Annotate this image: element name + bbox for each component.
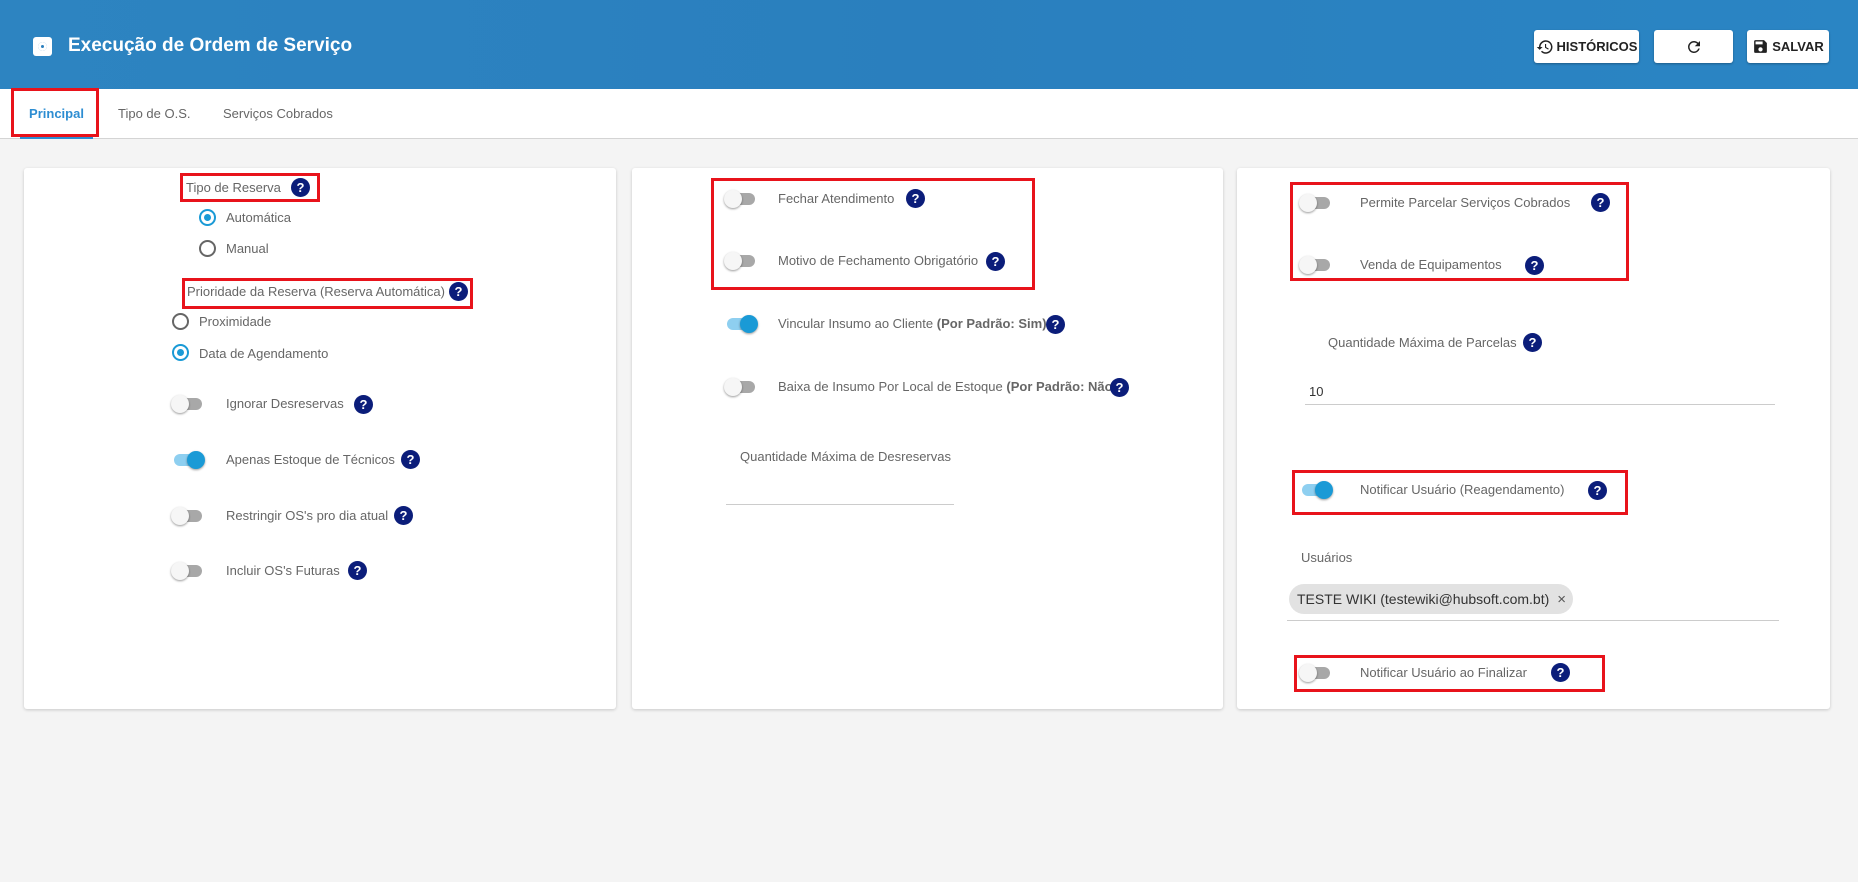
qtd-max-parcelas-label: Quantidade Máxima de Parcelas — [1328, 335, 1517, 350]
notificar-finalizar-label: Notificar Usuário ao Finalizar — [1360, 665, 1527, 680]
toggle-notificar-finalizar[interactable] — [1299, 663, 1333, 683]
history-icon — [1536, 39, 1553, 54]
help-icon[interactable]: ? — [1591, 193, 1610, 212]
card-atendimento — [632, 168, 1223, 709]
restringir-os-label: Restringir OS's pro dia atual — [226, 508, 389, 523]
qtd-max-desreservas-label: Quantidade Máxima de Desreservas — [740, 449, 951, 464]
help-icon[interactable]: ? — [1110, 378, 1129, 397]
tab-bar: Principal Tipo de O.S. Serviços Cobrados — [0, 89, 1858, 139]
radio-automatica[interactable] — [199, 209, 216, 226]
apenas-estoque-tecnicos-label: Apenas Estoque de Técnicos — [226, 452, 395, 467]
vincular-insumo-label: Vincular Insumo ao Cliente (Por Padrão: … — [778, 316, 1047, 331]
tab-tipo-os[interactable]: Tipo de O.S. — [118, 89, 191, 139]
gear-icon — [33, 37, 52, 56]
help-icon[interactable]: ? — [348, 561, 367, 580]
help-icon[interactable]: ? — [1588, 481, 1607, 500]
incluir-os-futuras-label: Incluir OS's Futuras — [226, 563, 340, 578]
radio-manual[interactable] — [199, 240, 216, 257]
help-icon[interactable]: ? — [401, 450, 420, 469]
save-icon — [1754, 40, 1768, 53]
help-icon[interactable]: ? — [906, 189, 925, 208]
baixa-insumo-label: Baixa de Insumo Por Local de Estoque (Po… — [778, 379, 1117, 394]
qtd-max-desreservas-input[interactable] — [726, 475, 954, 499]
qtd-max-desreservas-underline — [726, 504, 954, 505]
baixa-insumo-default: (Por Padrão: Não) — [1006, 379, 1117, 394]
salvar-button[interactable]: SALVAR — [1747, 30, 1829, 63]
radio-manual-label: Manual — [226, 241, 269, 256]
help-icon[interactable]: ? — [1046, 315, 1065, 334]
vincular-insumo-text: Vincular Insumo ao Cliente — [778, 316, 934, 331]
usuario-chip: TESTE WIKI (testewiki@hubsoft.com.bt) × — [1289, 584, 1573, 614]
help-icon[interactable]: ? — [354, 395, 373, 414]
radio-data-agendamento[interactable] — [172, 344, 189, 361]
toggle-venda-equipamentos[interactable] — [1299, 255, 1333, 275]
tab-tipo-os-label: Tipo de O.S. — [118, 106, 191, 121]
card-servicos — [1237, 168, 1830, 709]
usuarios-label: Usuários — [1301, 550, 1353, 565]
historicos-label: HISTÓRICOS — [1556, 39, 1638, 54]
tab-servicos-cobrados-label: Serviços Cobrados — [223, 106, 333, 121]
ignorar-desreservas-label: Ignorar Desreservas — [226, 396, 344, 411]
usuario-chip-label: TESTE WIKI (testewiki@hubsoft.com.bt) — [1297, 591, 1550, 607]
close-icon[interactable]: × — [1557, 591, 1566, 608]
notificar-reagendamento-label: Notificar Usuário (Reagendamento) — [1360, 482, 1565, 497]
tipo-reserva-label: Tipo de Reserva — [186, 180, 281, 195]
prioridade-label: Prioridade da Reserva (Reserva Automátic… — [187, 284, 445, 299]
toggle-apenas-estoque-tecnicos[interactable] — [171, 450, 205, 470]
qtd-max-parcelas-input[interactable]: 10 — [1309, 384, 1323, 399]
help-icon[interactable]: ? — [1525, 256, 1544, 275]
page-title: Execução de Ordem de Serviço — [68, 35, 353, 56]
toggle-notificar-reagendamento[interactable] — [1299, 480, 1333, 500]
tab-principal[interactable]: Principal — [20, 89, 93, 139]
usuarios-underline — [1287, 620, 1779, 621]
toggle-incluir-os-futuras[interactable] — [171, 561, 205, 581]
qtd-max-parcelas-underline — [1305, 404, 1775, 405]
toggle-vincular-insumo[interactable] — [724, 314, 758, 334]
tab-principal-label: Principal — [29, 106, 84, 121]
baixa-insumo-text: Baixa de Insumo Por Local de Estoque — [778, 379, 1003, 394]
historicos-button[interactable]: HISTÓRICOS — [1534, 30, 1639, 63]
radio-automatica-label: Automática — [226, 210, 292, 225]
help-icon[interactable]: ? — [1523, 333, 1542, 352]
motivo-fechamento-label: Motivo de Fechamento Obrigatório — [778, 253, 979, 268]
help-icon[interactable]: ? — [449, 282, 468, 301]
toggle-baixa-insumo[interactable] — [724, 377, 758, 397]
help-icon[interactable]: ? — [1551, 663, 1570, 682]
help-icon[interactable]: ? — [394, 506, 413, 525]
toggle-motivo-fechamento[interactable] — [724, 251, 758, 271]
tab-servicos-cobrados[interactable]: Serviços Cobrados — [223, 89, 333, 139]
refresh-icon — [1687, 40, 1700, 53]
card-reserva — [24, 168, 616, 709]
permite-parcelar-label: Permite Parcelar Serviços Cobrados — [1360, 195, 1571, 210]
app-header: Execução de Ordem de Serviço HISTÓRICOS … — [0, 0, 1858, 89]
venda-equipamentos-label: Venda de Equipamentos — [1360, 257, 1502, 272]
help-icon[interactable]: ? — [986, 252, 1005, 271]
radio-data-agendamento-label: Data de Agendamento — [199, 346, 329, 361]
refresh-button[interactable] — [1654, 30, 1733, 63]
fechar-atendimento-label: Fechar Atendimento — [778, 191, 895, 206]
vincular-insumo-default: (Por Padrão: Sim) — [936, 316, 1047, 331]
toggle-fechar-atendimento[interactable] — [724, 189, 758, 209]
radio-proximidade-label: Proximidade — [199, 314, 272, 329]
toggle-ignorar-desreservas[interactable] — [171, 394, 205, 414]
radio-proximidade[interactable] — [172, 313, 189, 330]
toggle-permite-parcelar[interactable] — [1299, 193, 1333, 213]
salvar-label: SALVAR — [1772, 39, 1824, 54]
help-icon[interactable]: ? — [291, 178, 310, 197]
toggle-restringir-os[interactable] — [171, 506, 205, 526]
